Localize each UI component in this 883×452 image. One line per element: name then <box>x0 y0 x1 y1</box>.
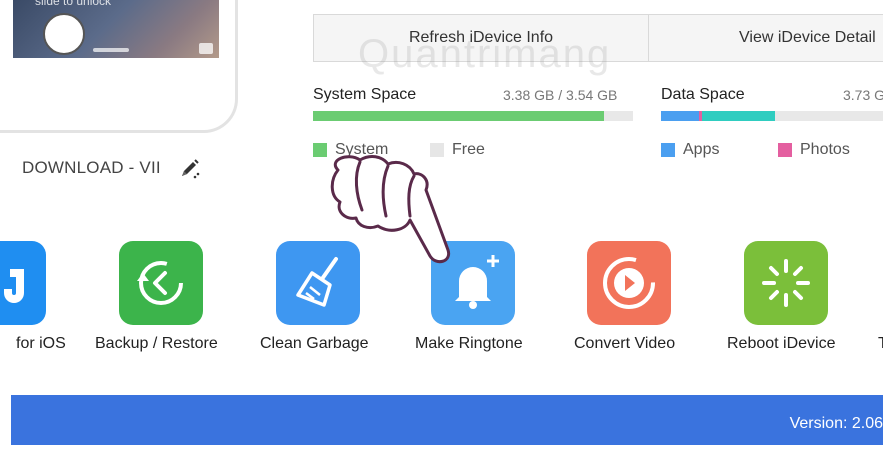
lock-screen-text: slide to unlock <box>35 0 112 8</box>
data-space-value: 3.73 G <box>843 87 883 103</box>
device-name: DOWNLOAD - VII <box>22 158 161 177</box>
home-button <box>43 13 85 55</box>
tool-ios-icon[interactable] <box>0 241 46 325</box>
page-indicator <box>93 48 129 52</box>
legend-label-photos: Photos <box>800 141 850 158</box>
make-ringtone-label[interactable]: Make Ringtone <box>415 335 523 353</box>
camera-icon <box>199 43 213 54</box>
convert-video-label[interactable]: Convert Video <box>574 335 675 353</box>
legend-swatch-photos <box>778 143 792 157</box>
tool-partial-label[interactable]: T <box>878 335 883 353</box>
pointing-hand-icon <box>330 155 451 264</box>
status-bar: Version: 2.06 <box>11 395 883 445</box>
reboot-idevice-label[interactable]: Reboot iDevice <box>727 335 836 353</box>
tool-ios-label[interactable]: for iOS <box>16 335 66 353</box>
system-space-value: 3.38 GB / 3.54 GB <box>503 87 618 103</box>
legend-swatch-apps <box>661 143 675 157</box>
convert-video-icon[interactable] <box>587 241 671 325</box>
backup-restore-label[interactable]: Backup / Restore <box>95 335 218 353</box>
device-preview: slide to unlock <box>0 0 238 133</box>
legend-label-apps: Apps <box>683 141 720 158</box>
data-space-segment-other <box>702 111 776 121</box>
reboot-idevice-icon[interactable] <box>744 241 828 325</box>
backup-restore-icon[interactable] <box>119 241 203 325</box>
data-space-bar <box>661 111 883 121</box>
version-text: Version: 2.06 <box>789 415 883 432</box>
legend-photos: Photos <box>778 141 850 159</box>
system-space-used <box>313 111 605 121</box>
data-space-label: Data Space <box>661 86 745 103</box>
system-space-label: System Space <box>313 86 417 103</box>
edit-pencil-icon[interactable] <box>178 158 200 180</box>
legend-apps: Apps <box>661 141 719 159</box>
clean-garbage-label[interactable]: Clean Garbage <box>260 335 369 353</box>
data-space-segment-apps <box>661 111 699 121</box>
system-space-bar <box>313 111 633 121</box>
view-idevice-detail-button[interactable]: View iDevice Detail <box>649 15 883 61</box>
watermark: Quantrimang <box>358 32 612 76</box>
